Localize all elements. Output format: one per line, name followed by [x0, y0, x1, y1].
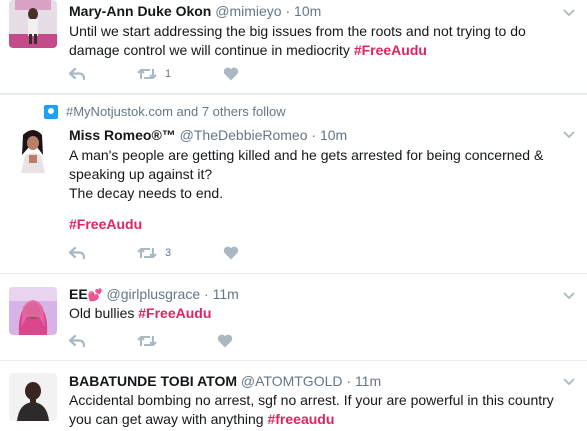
retweet-icon [137, 69, 157, 79]
user-handle[interactable]: @TheDebbieRomeo [180, 127, 308, 143]
reply-icon [69, 67, 85, 81]
chevron-down-icon[interactable] [563, 8, 575, 18]
tweet-header: Miss Romeo®™ @TheDebbieRomeo · 10m [69, 127, 347, 143]
tweet-actions: 3 [69, 243, 299, 263]
tweet-text: A man's people are getting killed and he… [69, 146, 573, 203]
tweet-text: Until we start addressing the big issues… [69, 22, 573, 60]
chevron-down-icon[interactable] [563, 130, 575, 140]
tweet-text: Old bullies #FreeAudu [69, 304, 573, 323]
hashtag-link[interactable]: #FreeAudu [138, 305, 211, 321]
display-name[interactable]: Mary-Ann Duke Okon [69, 3, 211, 19]
tweet-text-content: Until we start addressing the big issues… [69, 23, 526, 58]
retweet-button[interactable]: 1 [137, 67, 171, 81]
like-button[interactable] [223, 67, 247, 81]
avatar[interactable] [9, 0, 57, 48]
display-name[interactable]: EE [69, 286, 88, 302]
timestamp[interactable]: 11m [355, 373, 381, 389]
chevron-down-icon[interactable] [563, 377, 575, 387]
tweet-text-content: Old bullies [69, 305, 135, 321]
tweet-text: Accidental bombing no arrest, sgf no arr… [69, 391, 573, 429]
retweet-count: 1 [165, 68, 172, 80]
retweet-icon [137, 248, 157, 258]
name-emoji: 💕 [87, 288, 103, 302]
reply-button[interactable] [69, 334, 85, 348]
timestamp[interactable]: 10m [320, 127, 347, 143]
heart-icon [223, 246, 239, 260]
retweet-button[interactable]: 3 [137, 246, 171, 260]
tweet-header: BABATUNDE TOBI ATOM @ATOMTGOLD · 11m [69, 373, 381, 389]
separator-dot: · [311, 127, 317, 143]
heart-icon [217, 334, 233, 348]
like-button[interactable] [217, 334, 241, 348]
separator-dot: · [346, 373, 352, 389]
user-handle[interactable]: @girlplusgrace [107, 286, 201, 302]
avatar[interactable] [9, 373, 57, 421]
timestamp[interactable]: 10m [294, 3, 321, 19]
avatar[interactable] [9, 125, 57, 173]
reply-icon [69, 334, 85, 348]
tweet-actions: 1 [69, 64, 299, 84]
chevron-down-icon[interactable] [563, 291, 575, 301]
tweet-mimieyo[interactable]: Mary-Ann Duke Okon @mimieyo · 10m Until … [0, 0, 587, 94]
timestamp[interactable]: 11m [213, 286, 239, 302]
like-button[interactable] [223, 246, 247, 260]
user-handle[interactable]: @ATOMTGOLD [241, 373, 343, 389]
social-context-text: #MyNotjustok.com and 7 others follow [66, 104, 286, 119]
tweet-actions [69, 331, 293, 351]
retweet-button[interactable] [137, 334, 165, 348]
social-context[interactable]: #MyNotjustok.com and 7 others follow [44, 104, 286, 119]
hashtag-link[interactable]: #FreeAudu [69, 216, 142, 232]
tweet-text-content: A man's people are getting killed and he… [69, 147, 544, 201]
reply-button[interactable] [69, 67, 85, 81]
tweet-header: Mary-Ann Duke Okon @mimieyo · 10m [69, 3, 321, 19]
heart-icon [223, 67, 239, 81]
hashtag-link[interactable]: #FreeAudu [354, 42, 427, 58]
retweet-count: 3 [165, 247, 172, 259]
display-name[interactable]: Miss Romeo®™ [69, 127, 176, 143]
display-name[interactable]: BABATUNDE TOBI ATOM [69, 373, 237, 389]
separator-dot: · [204, 286, 209, 302]
user-handle[interactable]: @mimieyo [215, 3, 281, 19]
reply-button[interactable] [69, 246, 85, 260]
tweet-hashtag-line: #FreeAudu [69, 215, 573, 234]
person-icon [44, 104, 58, 119]
tweet-header: EE💕 @girlplusgrace · 11m [69, 286, 239, 302]
separator-dot: · [285, 3, 291, 19]
retweet-icon [137, 336, 157, 346]
avatar[interactable] [9, 287, 57, 335]
hashtag-link[interactable]: #freeaudu [267, 411, 334, 427]
reply-icon [69, 246, 85, 260]
